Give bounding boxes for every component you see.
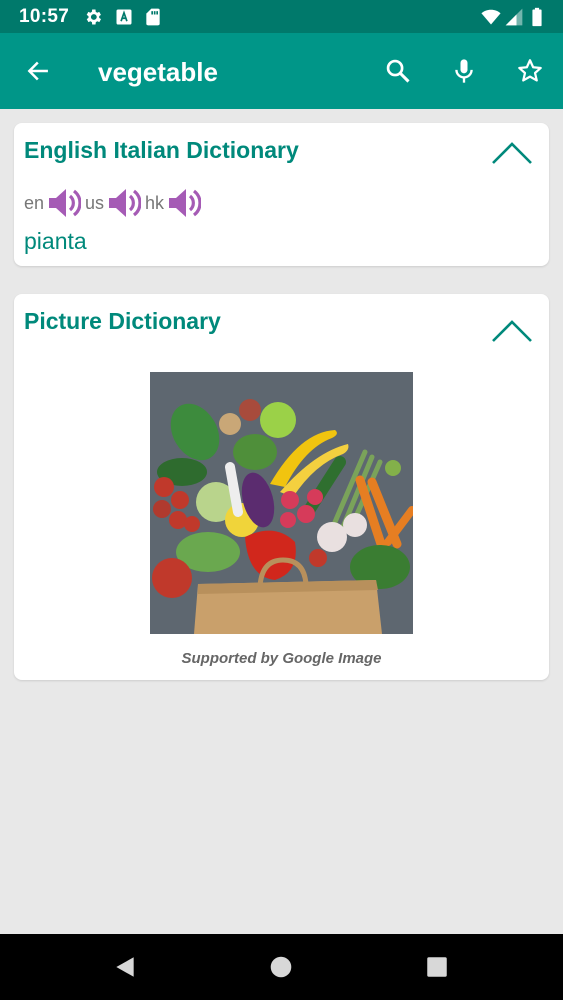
status-time: 10:57 [19, 6, 70, 27]
a-notification-icon [116, 9, 132, 25]
pronunciation-label-us: us [85, 192, 105, 213]
battery-icon [532, 7, 542, 27]
pronunciation-label-hk: hk [145, 192, 165, 213]
star-icon [518, 59, 542, 82]
sd-card-icon [146, 8, 160, 26]
dictionary-card-title: English Italian Dictionary [24, 137, 299, 163]
app-bar: vegetable [0, 33, 563, 109]
nav-recents-icon[interactable] [424, 954, 450, 980]
pronunciation-label-en: en [24, 192, 45, 213]
picture-dictionary-card: Picture Dictionary Supported by Google I… [14, 294, 549, 680]
speaker-icon[interactable] [167, 186, 202, 220]
settings-icon [86, 9, 101, 25]
picture-card-title: Picture Dictionary [24, 308, 221, 334]
voice-search-button[interactable] [444, 51, 484, 91]
back-button[interactable] [18, 51, 58, 91]
search-icon [386, 59, 410, 83]
image-attribution-caption: Supported by Google Image [181, 650, 382, 667]
search-query-title[interactable]: vegetable [98, 57, 218, 88]
collapse-chevron-icon[interactable] [491, 141, 533, 165]
search-button[interactable] [378, 51, 418, 91]
collapse-chevron-icon[interactable] [491, 319, 533, 343]
dictionary-card: English Italian Dictionary en us hk pian… [14, 123, 549, 266]
vegetable-image[interactable] [150, 372, 413, 634]
nav-home-icon[interactable] [268, 954, 294, 980]
translation-text[interactable]: pianta [24, 228, 87, 255]
nav-back-icon[interactable] [112, 954, 138, 980]
pronunciation-row: en us hk [24, 185, 205, 221]
speaker-icon[interactable] [107, 186, 142, 220]
signal-icon [505, 8, 523, 26]
status-bar: 10:57 [0, 0, 563, 33]
back-arrow-icon [27, 61, 48, 81]
system-navigation-bar [0, 934, 563, 1000]
microphone-icon [455, 59, 473, 83]
wifi-icon [481, 9, 501, 25]
speaker-icon[interactable] [47, 186, 82, 220]
favorite-button[interactable] [510, 51, 550, 91]
